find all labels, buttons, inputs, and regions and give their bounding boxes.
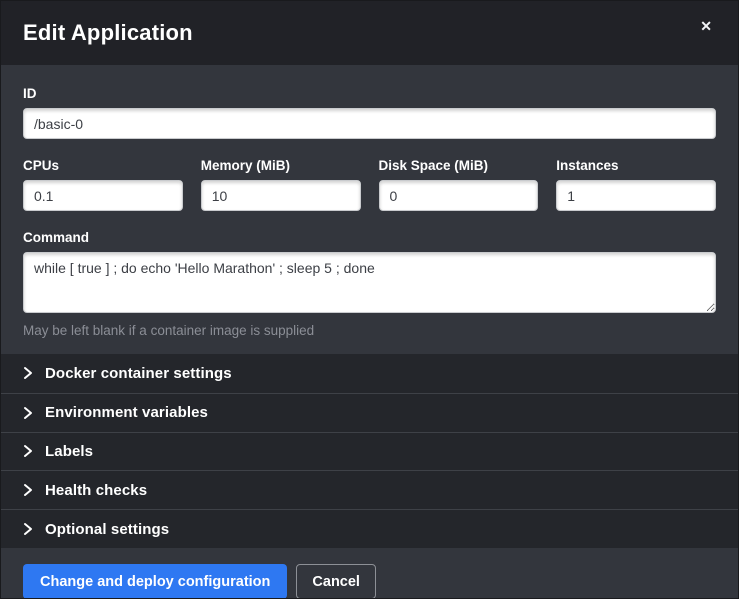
section-environment-variables[interactable]: Environment variables <box>1 393 738 432</box>
command-field-group: Command while [ true ] ; do echo 'Hello … <box>23 230 716 338</box>
collapsible-sections: Docker container settings Environment va… <box>1 354 738 548</box>
modal-footer: Change and deploy configuration Cancel <box>1 548 738 599</box>
memory-input[interactable] <box>201 180 361 211</box>
disk-space-field-group: Disk Space (MiB) <box>379 158 539 211</box>
section-label: Health checks <box>45 482 147 499</box>
modal-header: Edit Application ✕ <box>1 1 738 65</box>
instances-input[interactable] <box>556 180 716 211</box>
section-label: Labels <box>45 443 93 460</box>
section-labels[interactable]: Labels <box>1 432 738 471</box>
disk-space-input[interactable] <box>379 180 539 211</box>
memory-label: Memory (MiB) <box>201 158 361 173</box>
chevron-right-icon <box>23 522 33 536</box>
instances-label: Instances <box>556 158 716 173</box>
resources-row: CPUs Memory (MiB) Disk Space (MiB) Insta… <box>23 158 716 211</box>
close-icon[interactable]: ✕ <box>696 15 716 37</box>
section-label: Docker container settings <box>45 365 232 382</box>
section-label: Optional settings <box>45 521 169 538</box>
change-and-deploy-button[interactable]: Change and deploy configuration <box>23 564 287 599</box>
section-optional-settings[interactable]: Optional settings <box>1 509 738 548</box>
section-label: Environment variables <box>45 404 208 421</box>
chevron-right-icon <box>23 483 33 497</box>
disk-space-label: Disk Space (MiB) <box>379 158 539 173</box>
chevron-right-icon <box>23 444 33 458</box>
cancel-button[interactable]: Cancel <box>296 564 376 599</box>
command-textarea[interactable]: while [ true ] ; do echo 'Hello Marathon… <box>23 252 716 313</box>
id-label: ID <box>23 86 716 101</box>
edit-application-modal: Edit Application ✕ ID CPUs Memory (MiB) … <box>0 0 739 599</box>
modal-title: Edit Application <box>23 20 193 46</box>
command-label: Command <box>23 230 716 245</box>
id-input[interactable] <box>23 108 716 139</box>
section-docker-container-settings[interactable]: Docker container settings <box>1 354 738 393</box>
chevron-right-icon <box>23 406 33 420</box>
chevron-right-icon <box>23 366 33 380</box>
edit-application-form: ID CPUs Memory (MiB) Disk Space (MiB) In… <box>1 65 738 354</box>
instances-field-group: Instances <box>556 158 716 211</box>
command-help-text: May be left blank if a container image i… <box>23 323 716 338</box>
cpus-input[interactable] <box>23 180 183 211</box>
id-field-group: ID <box>23 86 716 139</box>
section-health-checks[interactable]: Health checks <box>1 470 738 509</box>
cpus-label: CPUs <box>23 158 183 173</box>
memory-field-group: Memory (MiB) <box>201 158 361 211</box>
cpus-field-group: CPUs <box>23 158 183 211</box>
